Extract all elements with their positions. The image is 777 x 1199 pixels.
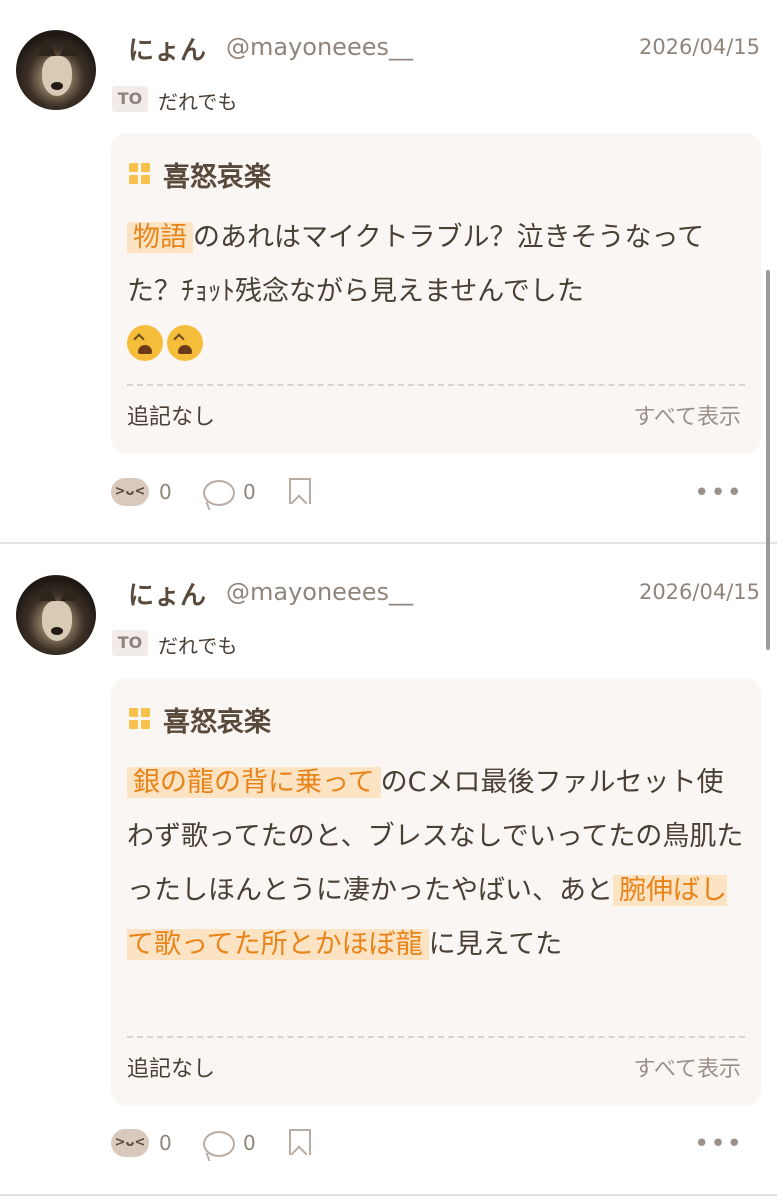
addendum-label: 追記なし	[127, 1057, 216, 1082]
grid-icon	[129, 163, 151, 185]
action-bar: >ᴗ< 0 0 •••	[111, 478, 761, 512]
post-divider	[0, 1194, 777, 1196]
user-handle[interactable]: @mayoneees__	[226, 578, 413, 606]
weary-face-icon	[167, 325, 203, 361]
post-date: 2026/04/15	[638, 35, 760, 59]
comment-count: 0	[243, 1131, 256, 1155]
comment-count: 0	[243, 480, 256, 504]
user-name[interactable]: にょん	[128, 575, 206, 612]
post-card[interactable]: 喜怒哀楽 銀の龍の背に乗って のCメロ最後ファルセット使わず歌ってたのと、ブレスな…	[111, 678, 761, 1106]
highlight-tag[interactable]: 物語	[127, 222, 193, 253]
divider	[127, 1036, 745, 1038]
post-body: 物語 のあれはマイクトラブル？泣きそうなってた？ﾁｮｯﾄ残念ながら見えませんでした	[127, 211, 745, 373]
body-text: のあれはマイクトラブル？泣きそうなってた？ﾁｮｯﾄ残念ながら見えませんでした	[127, 222, 705, 307]
to-recipient: だれでも	[158, 90, 238, 114]
addendum-label: 追記なし	[127, 405, 216, 430]
post-body: 銀の龍の背に乗って のCメロ最後ファルセット使わず歌ってたのと、ブレスなしでいって…	[127, 756, 745, 972]
laughing-face-icon[interactable]: >ᴗ<	[111, 478, 149, 506]
post-card[interactable]: 喜怒哀楽 物語 のあれはマイクトラブル？泣きそうなってた？ﾁｮｯﾄ残念ながら見えま…	[111, 133, 761, 454]
to-badge: TO	[112, 630, 148, 656]
post-divider	[0, 542, 777, 544]
reaction-count: 0	[159, 480, 172, 504]
show-all-link[interactable]: すべて表示	[633, 1051, 741, 1083]
user-handle[interactable]: @mayoneees__	[226, 33, 413, 61]
avatar[interactable]	[16, 575, 96, 655]
scrollbar[interactable]	[766, 270, 770, 650]
divider	[127, 384, 745, 386]
to-badge: TO	[112, 86, 148, 112]
bookmark-icon[interactable]	[289, 1129, 311, 1155]
highlight-tag[interactable]: 銀の龍の背に乗って	[127, 767, 381, 798]
to-recipient: だれでも	[158, 634, 238, 658]
speech-bubble-icon[interactable]	[203, 1131, 235, 1157]
action-bar: >ᴗ< 0 0 •••	[111, 1129, 761, 1163]
post-1: にょん @mayoneees__ 2026/04/15 TO だれでも 喜怒哀楽…	[0, 0, 777, 542]
show-all-link[interactable]: すべて表示	[633, 399, 741, 431]
weary-face-icon	[127, 325, 163, 361]
more-dots-icon[interactable]: •••	[694, 1129, 743, 1159]
laughing-face-icon[interactable]: >ᴗ<	[111, 1129, 149, 1157]
category-label: 喜怒哀楽	[163, 707, 271, 738]
speech-bubble-icon[interactable]	[203, 480, 235, 506]
avatar[interactable]	[16, 30, 96, 110]
reaction-count: 0	[159, 1131, 172, 1155]
user-name[interactable]: にょん	[128, 30, 206, 67]
body-text: に見えてた	[428, 929, 563, 960]
post-2: にょん @mayoneees__ 2026/04/15 TO だれでも 喜怒哀楽…	[0, 545, 777, 1195]
grid-icon	[129, 708, 151, 730]
bookmark-icon[interactable]	[289, 478, 311, 504]
category-label: 喜怒哀楽	[163, 162, 271, 193]
more-dots-icon[interactable]: •••	[694, 478, 743, 508]
post-date: 2026/04/15	[638, 580, 760, 604]
